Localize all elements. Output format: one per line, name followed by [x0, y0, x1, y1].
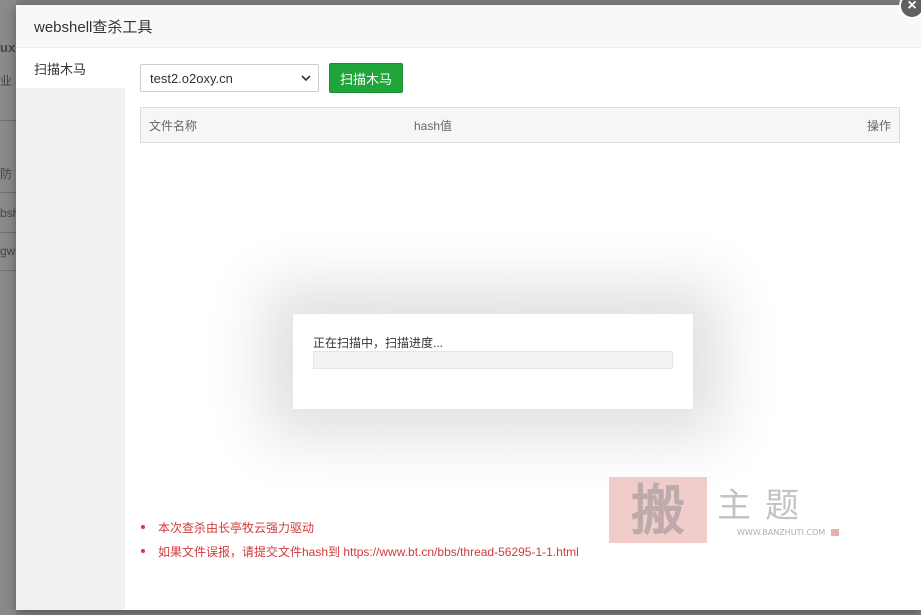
dialog-sidebar: 扫描木马: [16, 48, 125, 610]
background-divider: [0, 120, 16, 121]
sidebar-item-label: 扫描木马: [34, 61, 87, 77]
column-header-actions: 操作: [866, 118, 891, 133]
table-header: 文件名称 hash值 操作: [141, 108, 899, 142]
results-table: 文件名称 hash值 操作: [140, 107, 900, 143]
site-select[interactable]: test2.o2oxy.cn: [140, 64, 319, 92]
progress-label: 正在扫描中，扫描进度...: [313, 336, 444, 350]
chevron-down-icon: [301, 75, 311, 82]
background-divider: [0, 232, 16, 233]
note-item: 本次查杀由长亭牧云强力驱动: [140, 515, 579, 539]
svg-text:WWW.BANZHUTI.COM: WWW.BANZHUTI.COM: [737, 528, 825, 537]
scan-progress-dialog: 正在扫描中，扫描进度...: [293, 314, 693, 409]
progress-bar: [313, 351, 673, 369]
background-text: gw: [0, 244, 16, 258]
notes-list: 本次查杀由长亭牧云强力驱动 如果文件误报，请提交文件hash到 https://…: [140, 515, 579, 563]
column-header-hash: hash值: [414, 118, 453, 133]
dialog-header: webshell查杀工具: [16, 5, 921, 48]
svg-text:主题: 主题: [717, 486, 813, 526]
background-divider: [0, 270, 16, 271]
watermark-logo: 搬 主题 WWW.BANZHUTI.COM: [609, 477, 839, 543]
background-app: ux 业 防 bsh gw: [0, 0, 16, 615]
background-text: 防: [0, 167, 13, 181]
site-select-value: test2.o2oxy.cn: [150, 70, 233, 86]
note-item: 如果文件误报，请提交文件hash到 https://www.bt.cn/bbs/…: [140, 539, 579, 563]
background-text: ux: [0, 40, 16, 55]
background-text: 业: [0, 74, 13, 88]
scan-trojan-button[interactable]: 扫描木马: [329, 63, 404, 93]
background-divider: [0, 192, 16, 193]
sidebar-item-scan-trojan[interactable]: 扫描木马: [16, 48, 125, 88]
toolbar: test2.o2oxy.cn 扫描木马: [140, 63, 404, 93]
column-header-filename: 文件名称: [149, 118, 198, 133]
webshell-dialog: webshell查杀工具 × 扫描木马 test2.o2oxy.cn 扫描木马 …: [16, 0, 921, 610]
svg-text:搬: 搬: [631, 478, 685, 542]
background-text: bsh: [0, 206, 16, 220]
dialog-title: webshell查杀工具: [34, 18, 153, 36]
